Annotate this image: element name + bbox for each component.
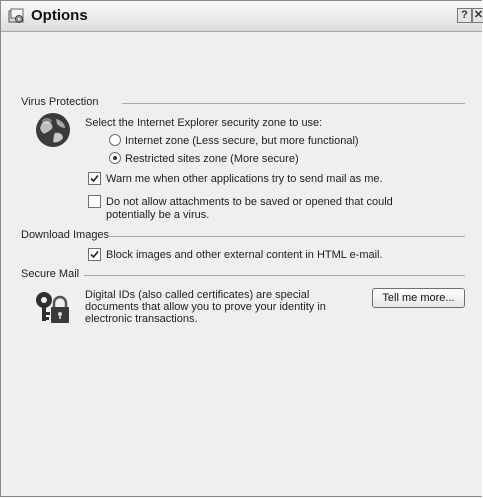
block-attachments-label-line2[interactable]: potentially be a virus. bbox=[106, 209, 209, 221]
key-lock-icon bbox=[36, 292, 69, 323]
tell-me-more-button[interactable]: Tell me more... bbox=[372, 288, 465, 308]
download-images-heading: Download Images bbox=[21, 229, 110, 241]
title-bar[interactable]: Options ? ✕ bbox=[1, 1, 483, 32]
digital-id-description-line1: Digital IDs (also called certificates) a… bbox=[85, 289, 310, 301]
restricted-zone-label[interactable]: Restricted sites zone (More secure) bbox=[125, 153, 299, 165]
virus-protection-divider bbox=[122, 103, 465, 104]
warn-send-mail-checkbox[interactable] bbox=[88, 172, 101, 185]
virus-protection-heading: Virus Protection bbox=[21, 96, 99, 108]
secure-mail-divider bbox=[84, 275, 465, 276]
zone-prompt: Select the Internet Explorer security zo… bbox=[85, 117, 323, 129]
radio-selected-dot bbox=[113, 156, 117, 160]
block-images-checkbox[interactable] bbox=[88, 248, 101, 261]
checkmark-icon bbox=[90, 174, 99, 183]
digital-id-description-line3: electronic transactions. bbox=[85, 313, 198, 325]
download-images-divider bbox=[107, 236, 465, 237]
digital-id-description-line2: documents that allow you to prove your i… bbox=[85, 301, 326, 313]
options-window: Options ? ✕ Virus Protection Select the … bbox=[0, 0, 483, 497]
warn-send-mail-label[interactable]: Warn me when other applications try to s… bbox=[106, 173, 383, 185]
block-attachments-checkbox[interactable] bbox=[88, 195, 101, 208]
checkmark-icon bbox=[90, 250, 99, 259]
secure-mail-heading: Secure Mail bbox=[21, 268, 80, 280]
internet-zone-label[interactable]: Internet zone (Less secure, but more fun… bbox=[125, 135, 359, 147]
globe-shield-icon bbox=[36, 113, 70, 147]
options-window-icon bbox=[8, 8, 24, 23]
block-images-label[interactable]: Block images and other external content … bbox=[106, 249, 383, 261]
restricted-zone-radio[interactable] bbox=[109, 152, 121, 164]
window-title: Options bbox=[31, 7, 88, 24]
help-button[interactable]: ? bbox=[457, 8, 472, 23]
block-attachments-label-line1[interactable]: Do not allow attachments to be saved or … bbox=[106, 196, 393, 208]
internet-zone-radio[interactable] bbox=[109, 134, 121, 146]
close-button[interactable]: ✕ bbox=[472, 8, 483, 23]
